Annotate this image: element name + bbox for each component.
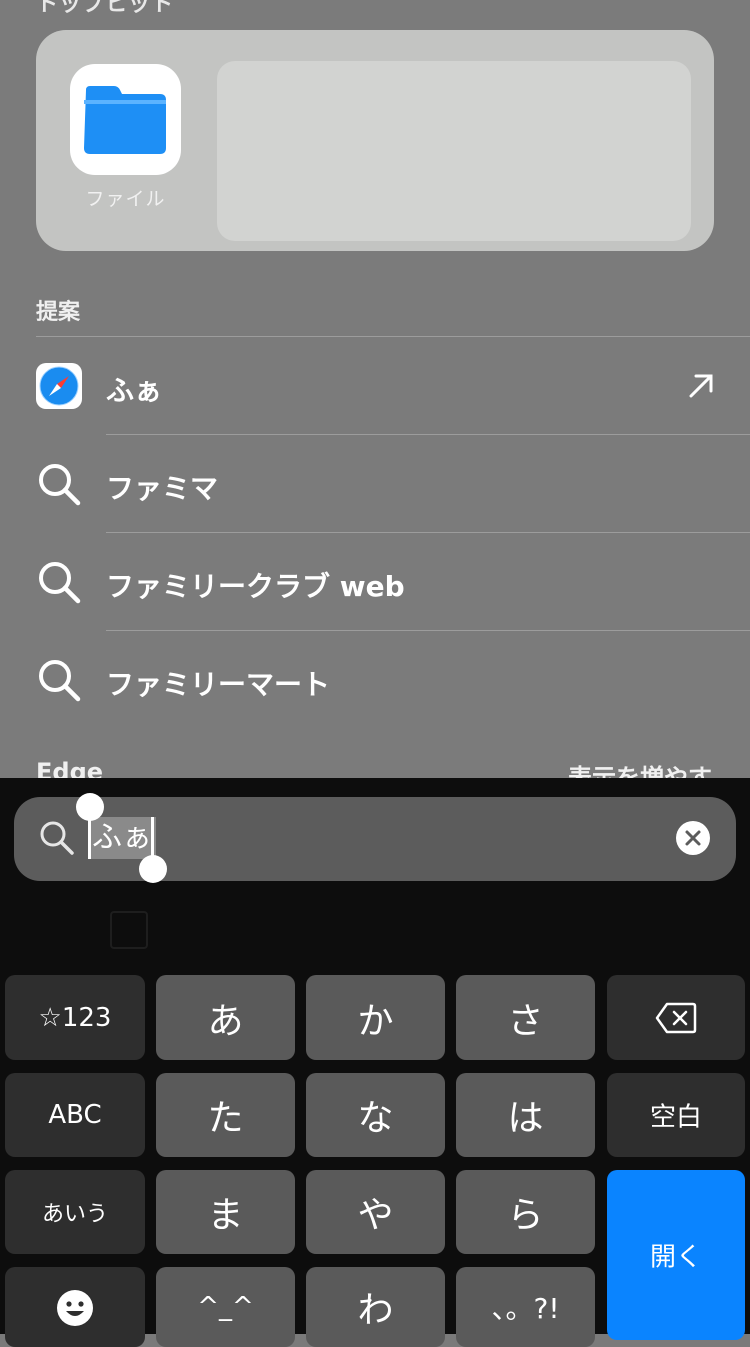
search-results: トップヒット ファイル 提案 ふぁ ファミマ ファミリークラブ web ファミリ… [0, 0, 750, 778]
key-ya[interactable]: や [306, 1170, 445, 1254]
emoji-icon [57, 1290, 93, 1326]
key-abc[interactable]: ABC [5, 1073, 145, 1157]
emoji-key[interactable] [5, 1267, 145, 1347]
key-123[interactable]: ☆123 [5, 975, 145, 1060]
search-input[interactable]: ふぁ [88, 817, 156, 859]
search-icon [38, 819, 76, 861]
search-icon [36, 461, 82, 507]
key-aiu[interactable]: あいう [5, 1170, 145, 1254]
suggestions-heading: 提案 [36, 300, 81, 325]
keyboard-area: ふぁ ☆123 あ か さ ABC た な は 空白 あいう ま や ら 開く [0, 778, 750, 1347]
top-hit-preview[interactable] [217, 61, 691, 241]
suggestion-item[interactable]: ファミリークラブ web [0, 533, 750, 631]
suggestion-text: ふぁ [106, 374, 163, 407]
key-ha[interactable]: は [456, 1073, 595, 1157]
suggestion-item[interactable]: ファミマ [0, 435, 750, 533]
search-icon [36, 559, 82, 605]
space-key[interactable]: 空白 [607, 1073, 745, 1157]
background-ghost-icon [110, 911, 148, 949]
selection-caret-start [88, 817, 91, 859]
key-punctuation[interactable]: 、。?! [456, 1267, 595, 1347]
key-a[interactable]: あ [156, 975, 295, 1060]
suggestion-text: ファミリーマート [106, 668, 331, 701]
key-kaomoji[interactable]: ^_^ [156, 1267, 295, 1347]
suggestion-item[interactable]: ファミリーマート [0, 631, 750, 729]
key-ta[interactable]: た [156, 1073, 295, 1157]
open-key[interactable]: 開く [607, 1170, 745, 1340]
selection-caret-end [151, 817, 154, 859]
key-ra[interactable]: ら [456, 1170, 595, 1254]
backspace-key[interactable] [607, 975, 745, 1060]
key-ma[interactable]: ま [156, 1170, 295, 1254]
selection-handle-start[interactable] [76, 793, 104, 821]
arrow-up-right-icon[interactable] [686, 371, 716, 401]
search-bar[interactable]: ふぁ [14, 793, 736, 883]
top-hits-heading: トップヒット [36, 0, 175, 17]
top-hits-card: ファイル [36, 30, 714, 251]
edge-section-heading: Edge [36, 758, 104, 778]
key-ka[interactable]: か [306, 975, 445, 1060]
search-icon [36, 657, 82, 703]
close-icon [685, 830, 701, 846]
suggestion-text: ファミリークラブ web [106, 570, 405, 603]
files-app-label: ファイル [85, 188, 166, 210]
clear-button[interactable] [676, 821, 710, 855]
key-wa[interactable]: わ [306, 1267, 445, 1347]
suggestion-text: ファミマ [106, 472, 219, 505]
show-more-link[interactable]: 表示を増やす [568, 758, 712, 778]
backspace-icon [655, 1002, 697, 1034]
safari-icon [36, 363, 82, 409]
selection-handle-end[interactable] [139, 855, 167, 883]
key-na[interactable]: な [306, 1073, 445, 1157]
key-sa[interactable]: さ [456, 975, 595, 1060]
files-app-icon[interactable] [70, 64, 181, 175]
suggestion-item[interactable]: ふぁ [0, 337, 750, 435]
